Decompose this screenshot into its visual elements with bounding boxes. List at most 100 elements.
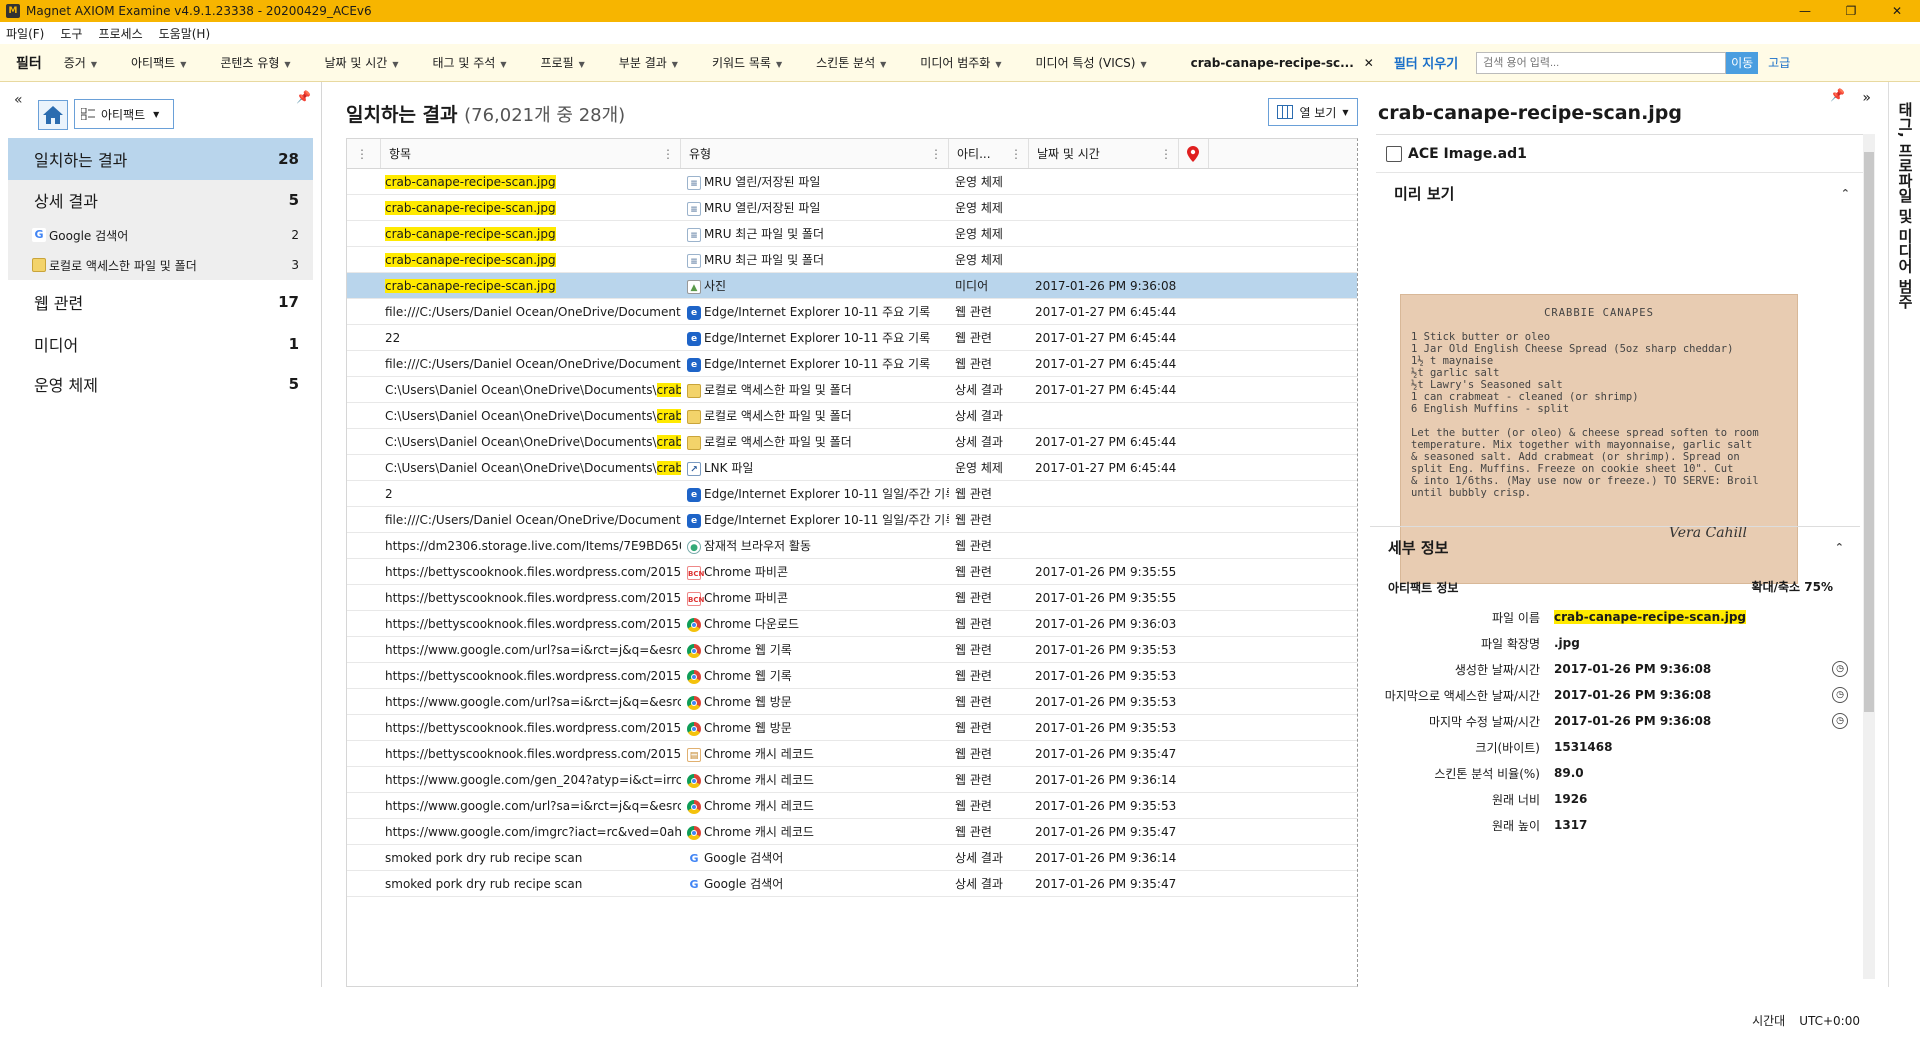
filter-content-type[interactable]: 콘텐츠 유형 ▼ xyxy=(220,54,290,71)
clock-icon[interactable]: ◷ xyxy=(1832,661,1848,677)
table-row[interactable]: https://bettyscooknook.files.wordpress.c… xyxy=(347,741,1357,767)
column-item[interactable]: 항목 ⋮ xyxy=(381,139,681,168)
folder-icon xyxy=(32,258,46,272)
details-section-header[interactable]: 세부 정보 ⌃ xyxy=(1370,527,1860,567)
pin-icon[interactable]: 📌 xyxy=(296,90,311,104)
column-view-button[interactable]: 열 보기 ▼ xyxy=(1268,98,1358,126)
collapse-icon[interactable]: « xyxy=(14,92,23,108)
filter-partial-results[interactable]: 부분 결과 ▼ xyxy=(619,54,678,71)
maximize-button[interactable]: ❐ xyxy=(1828,0,1874,22)
table-row[interactable]: C:\Users\Daniel Ocean\OneDrive\Documents… xyxy=(347,429,1357,455)
table-row[interactable]: https://www.google.com/url?sa=i&rct=j&q=… xyxy=(347,793,1357,819)
nav-media[interactable]: 미디어 1 xyxy=(8,324,313,364)
doc-icon: ≡ xyxy=(687,175,701,190)
preview-section-header[interactable]: 미리 보기 ⌃ xyxy=(1376,173,1866,213)
chevron-down-icon: ▼ xyxy=(500,60,507,69)
close-button[interactable]: ✕ xyxy=(1874,0,1920,22)
go-button[interactable]: 이동 xyxy=(1726,51,1759,74)
home-button[interactable] xyxy=(38,100,68,130)
table-row[interactable]: https://bettyscooknook.files.wordpress.c… xyxy=(347,663,1357,689)
evidence-image-icon xyxy=(1386,145,1402,162)
minimize-button[interactable]: — xyxy=(1782,0,1828,22)
cell-date: 2017-01-26 PM 9:35:55 xyxy=(1035,564,1177,579)
table-row[interactable]: https://www.google.com/url?sa=i&rct=j&q=… xyxy=(347,689,1357,715)
active-filter-chip[interactable]: crab-canape-recipe-sc... xyxy=(1191,56,1354,70)
table-row[interactable]: crab-canape-recipe-scan.jpg ≡ MRU 최근 파일 및 … xyxy=(347,247,1357,273)
cell-category: 상세 결과 xyxy=(955,383,1003,397)
table-row[interactable]: file:///C:/Users/Daniel Ocean/OneDrive/D… xyxy=(347,351,1357,377)
detail-row: 파일 이름 crab-canape-recipe-scan.jpg xyxy=(1370,604,1860,630)
column-date-time[interactable]: 날짜 및 시간 ⋮ xyxy=(1029,139,1179,168)
filter-keyword-lists[interactable]: 키워드 목록 ▼ xyxy=(712,54,782,71)
table-row[interactable]: smoked pork dry rub recipe scan G Google 검… xyxy=(347,845,1357,871)
details-scrollbar[interactable] xyxy=(1863,134,1875,979)
nav-operating-system[interactable]: 운영 체제 5 xyxy=(8,364,313,404)
filter-artifacts[interactable]: 아티팩트 ▼ xyxy=(131,54,186,71)
clock-icon[interactable]: ◷ xyxy=(1832,713,1848,729)
table-row[interactable]: 2 e Edge/Internet Explorer 10-11 일일/주간 기록 웹… xyxy=(347,481,1357,507)
menu-help[interactable]: 도움말(H) xyxy=(159,25,211,42)
table-row[interactable]: https://bettyscooknook.files.wordpress.c… xyxy=(347,585,1357,611)
column-type[interactable]: 유형 ⋮ xyxy=(681,139,949,168)
filter-skin-tone[interactable]: 스킨톤 분석 ▼ xyxy=(816,54,886,71)
filter-profiles[interactable]: 프로필 ▼ xyxy=(541,54,585,71)
table-row[interactable]: https://bettyscooknook.files.wordpress.c… xyxy=(347,715,1357,741)
nav-web-related[interactable]: 웹 관련 17 xyxy=(8,280,313,324)
table-row[interactable]: C:\Users\Daniel Ocean\OneDrive\Documents… xyxy=(347,377,1357,403)
table-row[interactable]: C:\Users\Daniel Ocean\OneDrive\Documents… xyxy=(347,403,1357,429)
collapse-right-icon[interactable]: » xyxy=(1862,90,1871,106)
table-row[interactable]: crab-canape-recipe-scan.jpg ≡ MRU 최근 파일 및 … xyxy=(347,221,1357,247)
pin-icon[interactable]: 📌 xyxy=(1830,88,1845,102)
table-row[interactable]: crab-canape-recipe-scan.jpg ≡ MRU 열린/저장된 파… xyxy=(347,195,1357,221)
cell-category: 미디어 xyxy=(955,279,989,293)
cell-category: 웹 관련 xyxy=(955,539,992,553)
menu-process[interactable]: 프로세스 xyxy=(98,25,142,42)
clear-filter-button[interactable]: 필터 지우기 xyxy=(1394,53,1458,72)
table-row[interactable]: https://www.google.com/gen_204?atyp=i&ct… xyxy=(347,767,1357,793)
table-row[interactable]: file:///C:/Users/Daniel Ocean/OneDrive/D… xyxy=(347,507,1357,533)
cell-item: file:///C:/Users/Daniel Ocean/OneDrive/D… xyxy=(385,304,681,319)
filter-media-categorization[interactable]: 미디어 범주화 ▼ xyxy=(920,54,1001,71)
table-row[interactable]: 22 e Edge/Internet Explorer 10-11 주요 기록 웹 관… xyxy=(347,325,1357,351)
menu-file[interactable]: 파일(F) xyxy=(6,25,44,42)
nav-matching-results[interactable]: 일치하는 결과 28 xyxy=(8,138,313,180)
table-row[interactable]: C:\Users\Daniel Ocean\OneDrive\Documents… xyxy=(347,455,1357,481)
menu-tools[interactable]: 도구 xyxy=(60,25,82,42)
filter-evidence[interactable]: 증거 ▼ xyxy=(64,54,97,71)
nav-refined-results[interactable]: 상세 결과 5 xyxy=(8,180,313,220)
tags-profiles-sidetab[interactable]: 태그, 프로파일 및 미디어 범주 xyxy=(1888,82,1920,987)
column-location[interactable] xyxy=(1179,139,1209,168)
left-panel: « 📌 아티팩트 ▼ 일치하는 결과 28 상세 결과 5 G Google 검색어 2… xyxy=(0,82,322,987)
cell-category: 웹 관련 xyxy=(955,565,992,579)
filter-date-time[interactable]: 날짜 및 시간 ▼ xyxy=(325,54,399,71)
advanced-link[interactable]: 고급 xyxy=(1768,54,1790,71)
close-icon[interactable]: ✕ xyxy=(1364,56,1374,70)
table-row[interactable]: https://www.google.com/imgrc?iact=rc&ved… xyxy=(347,819,1357,845)
cell-type: ≡ MRU 열린/저장된 파일 xyxy=(681,173,949,190)
filter-tags-comments[interactable]: 태그 및 주석 ▼ xyxy=(433,54,507,71)
chevron-up-icon[interactable]: ⌃ xyxy=(1835,541,1844,554)
nav-google-searches[interactable]: G Google 검색어 2 xyxy=(8,220,313,250)
table-row[interactable]: https://bettyscooknook.files.wordpress.c… xyxy=(347,559,1357,585)
table-row[interactable]: file:///C:/Users/Daniel Ocean/OneDrive/D… xyxy=(347,299,1357,325)
scrollbar-thumb[interactable] xyxy=(1864,152,1874,712)
column-artifact[interactable]: 아티... ⋮ xyxy=(949,139,1029,168)
clock-icon[interactable]: ◷ xyxy=(1832,687,1848,703)
nav-local-files-folders[interactable]: 로컬로 액세스한 파일 및 폴더 3 xyxy=(8,250,313,280)
chevron-down-icon: ▼ xyxy=(578,60,585,69)
view-selector[interactable]: 아티팩트 ▼ xyxy=(74,99,174,129)
row-menu-header[interactable]: ⋮ xyxy=(347,139,381,168)
table-row[interactable]: crab-canape-recipe-scan.jpg ▲ 사진 미디어 2017-01… xyxy=(347,273,1357,299)
table-row[interactable]: crab-canape-recipe-scan.jpg ≡ MRU 열린/저장된 파… xyxy=(347,169,1357,195)
timezone[interactable]: 시간대 UTC+0:00 xyxy=(1752,1012,1860,1029)
table-row[interactable]: https://bettyscooknook.files.wordpress.c… xyxy=(347,611,1357,637)
detail-value: 1926 xyxy=(1554,792,1588,806)
chevron-up-icon[interactable]: ⌃ xyxy=(1841,187,1850,200)
table-row[interactable]: https://www.google.com/url?sa=i&rct=j&q=… xyxy=(347,637,1357,663)
table-row[interactable]: https://dm2306.storage.live.com/Items/7E… xyxy=(347,533,1357,559)
search-input[interactable] xyxy=(1476,51,1727,74)
table-row[interactable]: smoked pork dry rub recipe scan G Google 검… xyxy=(347,871,1357,897)
filter-media-vics[interactable]: 미디어 특성 (VICS) ▼ xyxy=(1036,54,1147,71)
cell-item: https://bettyscooknook.files.wordpress.c… xyxy=(385,564,681,579)
chevron-down-icon: ▼ xyxy=(775,60,783,69)
